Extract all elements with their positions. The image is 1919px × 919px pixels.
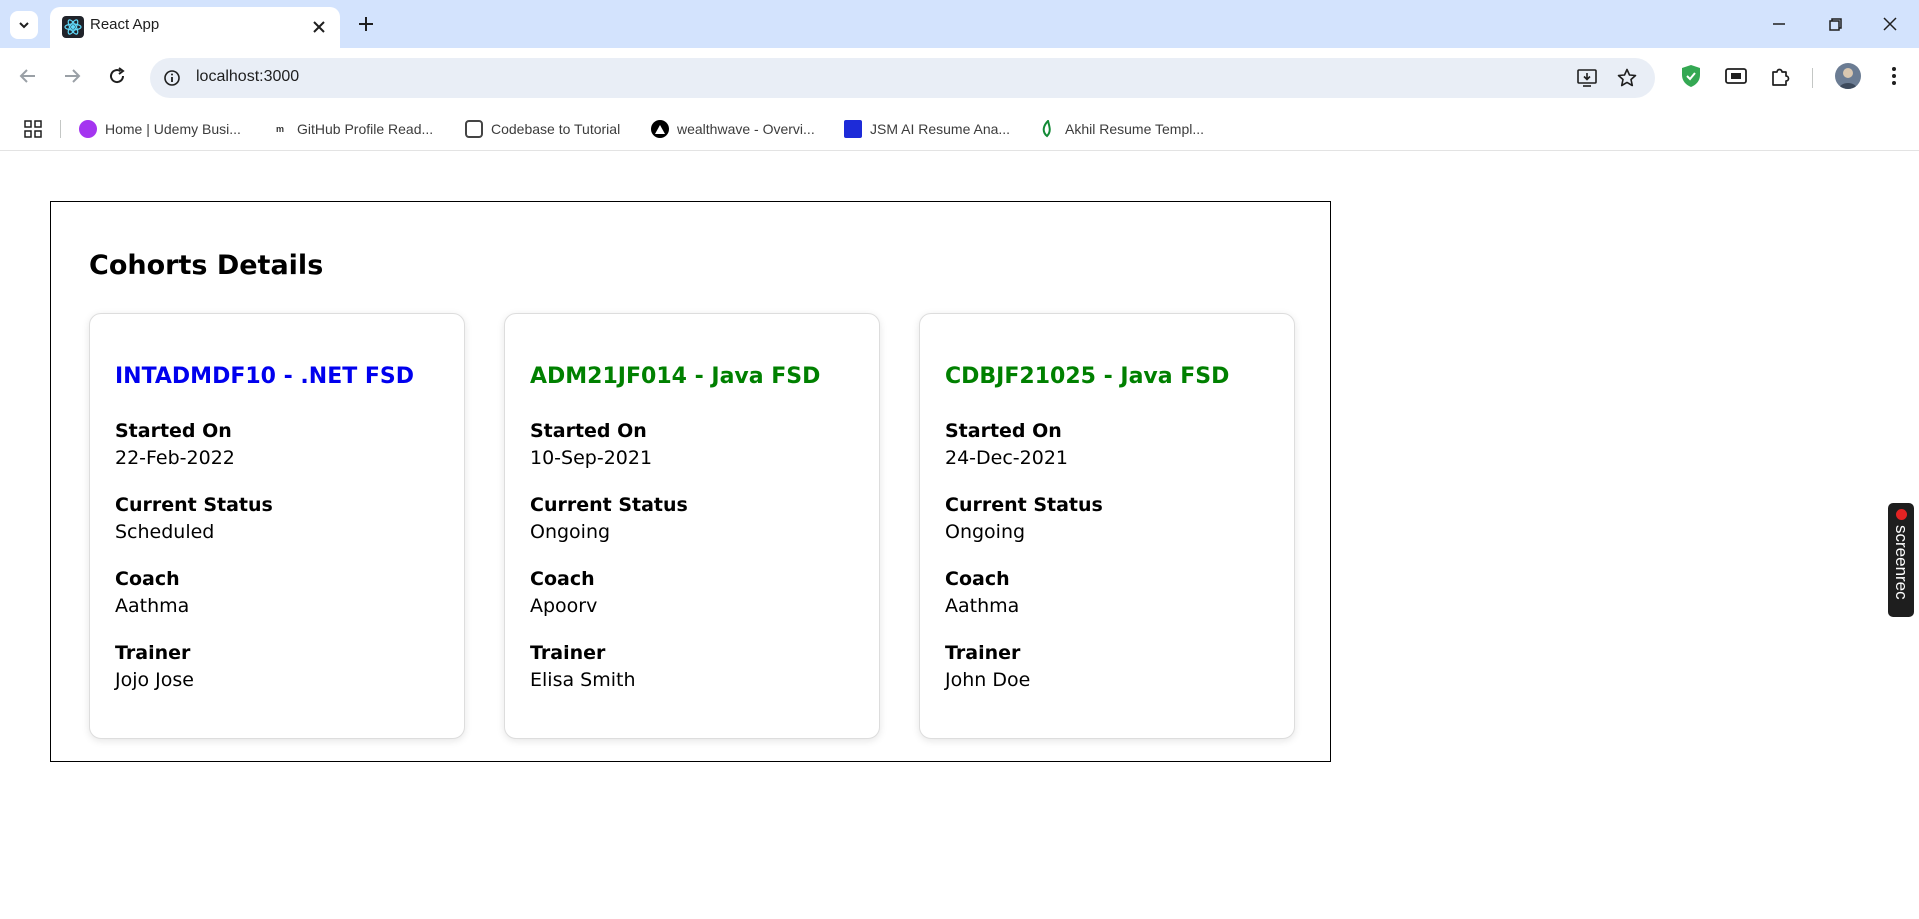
- browser-toolbar: localhost:3000: [0, 48, 1919, 108]
- tab-search-button[interactable]: [10, 11, 38, 39]
- shield-extension-icon[interactable]: [1678, 63, 1704, 89]
- trainer-field: Trainer Jojo Jose: [115, 640, 194, 694]
- field-value: 22-Feb-2022: [115, 447, 235, 469]
- screen-capture-icon[interactable]: [1723, 63, 1749, 89]
- bookmark-star-icon[interactable]: [1616, 67, 1638, 89]
- extensions-puzzle-icon[interactable]: [1768, 63, 1794, 89]
- bookmarks-bar: Home | Udemy Busi... m GitHub Profile Re…: [0, 108, 1919, 151]
- bookmark-label: Akhil Resume Templ...: [1065, 121, 1205, 137]
- new-tab-icon[interactable]: [354, 12, 378, 36]
- field-label: Started On: [530, 420, 647, 442]
- record-dot-icon: [1896, 509, 1907, 520]
- restore-icon[interactable]: [1821, 10, 1849, 38]
- jsm-icon: [844, 120, 862, 138]
- cohort-title: ADM21JF014 - Java FSD: [530, 364, 821, 389]
- field-value: Scheduled: [115, 521, 215, 543]
- react-logo-icon: [62, 16, 84, 38]
- cohort-title: INTADMDF10 - .NET FSD: [115, 364, 415, 389]
- forward-arrow-icon[interactable]: [60, 64, 84, 88]
- field-label: Current Status: [530, 494, 688, 516]
- field-value: Apoorv: [530, 595, 598, 617]
- toolbar-separator: [1812, 68, 1813, 88]
- cohort-card: INTADMDF10 - .NET FSD Started On 22-Feb-…: [89, 313, 465, 739]
- bookmark-label: Codebase to Tutorial: [491, 121, 621, 137]
- chevron-down-icon: [19, 22, 29, 29]
- status-field: Current Status Ongoing: [945, 492, 1103, 546]
- field-value: Elisa Smith: [530, 669, 636, 691]
- status-field: Current Status Scheduled: [115, 492, 273, 546]
- bookmark-label: JSM AI Resume Ana...: [870, 121, 1011, 137]
- bookmarks-separator: [60, 120, 61, 138]
- field-value: Aathma: [115, 595, 190, 617]
- field-label: Current Status: [945, 494, 1103, 516]
- coach-field: Coach Aathma: [945, 566, 1019, 620]
- bookmark-udemy[interactable]: Home | Udemy Busi...: [79, 117, 241, 141]
- address-bar[interactable]: localhost:3000: [150, 58, 1655, 98]
- cohorts-container: Cohorts Details INTADMDF10 - .NET FSD St…: [50, 201, 1331, 762]
- bookmark-codebase-tutorial[interactable]: Codebase to Tutorial: [465, 117, 620, 141]
- reload-icon[interactable]: [105, 64, 129, 88]
- cohort-title: CDBJF21025 - Java FSD: [945, 364, 1230, 389]
- cohort-card: ADM21JF014 - Java FSD Started On 10-Sep-…: [504, 313, 880, 739]
- overleaf-icon: [1039, 120, 1057, 138]
- started-on-field: Started On 10-Sep-2021: [530, 418, 652, 472]
- bookmark-akhil-resume[interactable]: Akhil Resume Templ...: [1039, 117, 1204, 141]
- udemy-icon: [79, 120, 97, 138]
- back-arrow-icon[interactable]: [16, 64, 40, 88]
- cohort-card: CDBJF21025 - Java FSD Started On 24-Dec-…: [919, 313, 1295, 739]
- close-tab-icon[interactable]: [308, 16, 330, 38]
- page-title: Cohorts Details: [89, 250, 324, 281]
- screenrec-widget[interactable]: screenrec: [1888, 503, 1914, 617]
- tab-strip: React App: [0, 0, 1919, 48]
- bookmark-label: Home | Udemy Busi...: [105, 121, 241, 137]
- field-label: Coach: [945, 568, 1010, 590]
- bookmark-wealthwave[interactable]: wealthwave - Overvi...: [651, 117, 815, 141]
- apps-grid-icon[interactable]: [22, 118, 44, 140]
- bookmark-label: wealthwave - Overvi...: [677, 121, 815, 137]
- vercel-triangle-icon: [651, 120, 669, 138]
- screenrec-label: screenrec: [1892, 525, 1911, 600]
- coach-field: Coach Aathma: [115, 566, 189, 620]
- field-label: Trainer: [115, 642, 191, 664]
- field-label: Coach: [530, 568, 595, 590]
- field-value: Ongoing: [945, 521, 1026, 543]
- tab-title: React App: [90, 16, 160, 33]
- active-tab[interactable]: React App: [50, 7, 340, 48]
- field-value: 24-Dec-2021: [945, 447, 1069, 469]
- site-info-icon[interactable]: [162, 68, 182, 88]
- field-value: Ongoing: [530, 521, 611, 543]
- field-label: Started On: [945, 420, 1062, 442]
- bookmark-jsm-resume[interactable]: JSM AI Resume Ana...: [844, 117, 1010, 141]
- trainer-field: Trainer John Doe: [945, 640, 1030, 694]
- started-on-field: Started On 22-Feb-2022: [115, 418, 235, 472]
- field-label: Started On: [115, 420, 232, 442]
- field-label: Current Status: [115, 494, 273, 516]
- field-value: Aathma: [945, 595, 1020, 617]
- more-menu-icon[interactable]: [1881, 63, 1907, 89]
- mg-icon: m: [271, 120, 289, 138]
- field-value: Jojo Jose: [115, 669, 194, 691]
- field-label: Trainer: [530, 642, 606, 664]
- status-field: Current Status Ongoing: [530, 492, 688, 546]
- field-label: Trainer: [945, 642, 1021, 664]
- close-window-icon[interactable]: [1876, 10, 1904, 38]
- trainer-field: Trainer Elisa Smith: [530, 640, 635, 694]
- bookmark-label: GitHub Profile Read...: [297, 121, 434, 137]
- bookmark-github-profile[interactable]: m GitHub Profile Read...: [271, 117, 433, 141]
- started-on-field: Started On 24-Dec-2021: [945, 418, 1068, 472]
- coach-field: Coach Apoorv: [530, 566, 597, 620]
- field-label: Coach: [115, 568, 180, 590]
- field-value: John Doe: [945, 669, 1031, 691]
- field-value: 10-Sep-2021: [530, 447, 653, 469]
- minimize-icon[interactable]: [1765, 10, 1793, 38]
- url-text: localhost:3000: [196, 68, 300, 85]
- profile-avatar[interactable]: [1835, 63, 1861, 89]
- robot-icon: [465, 120, 483, 138]
- install-app-icon[interactable]: [1576, 67, 1598, 89]
